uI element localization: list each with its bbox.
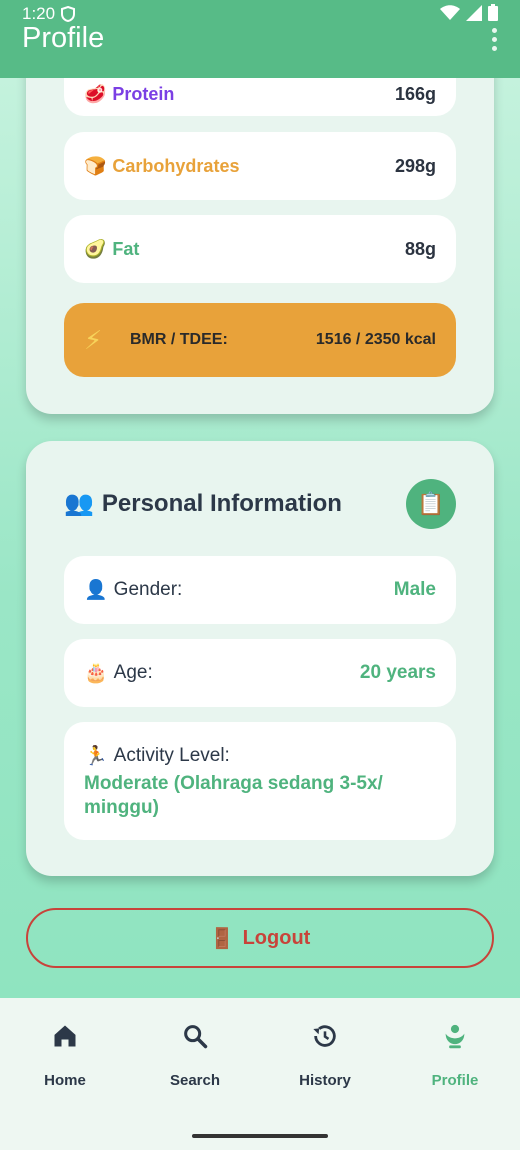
people-icon: 👥 — [64, 490, 94, 517]
logout-label: Logout — [242, 926, 311, 949]
door-icon: 🚪 — [209, 927, 235, 950]
lightning-icon: ⚡ — [84, 324, 103, 355]
bmr-label: BMR / TDEE: — [130, 331, 228, 348]
macro-label-fat: Fat — [112, 238, 140, 259]
macro-value-fat: 88g — [404, 238, 436, 259]
macro-row-carbohydrates: 🍞 Carbohydrates 298g — [64, 132, 456, 200]
age-row: 🎂 Age: 20 years — [64, 639, 456, 707]
activity-level-row: 🏃 Activity Level: Moderate (Olahraga sed… — [64, 722, 456, 840]
status-bar-right — [440, 4, 498, 21]
running-icon: 🏃 — [84, 746, 108, 767]
signal-icon — [466, 4, 482, 21]
macro-row-fat: 🥑 Fat 88g — [64, 215, 456, 283]
macro-row-protein: 🥩 Protein 166g — [64, 78, 456, 116]
shield-icon — [61, 6, 76, 22]
macro-value-protein: 166g — [394, 83, 436, 104]
nav-search[interactable]: Search — [130, 1022, 260, 1089]
app-bar: 1:20 Profile — [0, 0, 520, 78]
macro-label-protein: Protein — [112, 83, 175, 104]
bottom-navigation: Home Search History Profile — [0, 998, 520, 1150]
nav-search-label: Search — [169, 1072, 221, 1089]
gender-value: Male — [393, 579, 436, 600]
bmr-value: 1516 / 2350 kcal — [315, 331, 436, 348]
profile-icon — [445, 1024, 465, 1049]
nav-home-label: Home — [44, 1072, 86, 1089]
status-time: 1:20 — [22, 4, 56, 23]
steak-icon: 🥩 — [84, 83, 107, 104]
activity-label: Activity Level: — [113, 745, 230, 766]
bread-icon: 🍞 — [84, 155, 107, 176]
overflow-menu-icon[interactable] — [490, 28, 498, 51]
wifi-icon — [440, 4, 460, 20]
nutrition-card: 🥩 Protein 166g 🍞 Carbohydrates 298g 🥑 Fa… — [26, 78, 494, 414]
bmr-tdee-banner: ⚡ BMR / TDEE: 1516 / 2350 kcal — [64, 303, 456, 377]
page-title: Profile — [22, 22, 105, 54]
macro-value-carbohydrates: 298g — [394, 155, 436, 176]
person-icon: 👤 — [84, 580, 108, 601]
age-label: Age: — [113, 662, 153, 683]
gender-label: Gender: — [113, 579, 183, 600]
personal-info-title: 👥 Personal Information — [64, 489, 342, 518]
home-icon — [54, 1025, 76, 1047]
personal-info-card: 👥 Personal Information 📋 👤 Gender: Male … — [26, 441, 494, 876]
nav-home[interactable]: Home — [0, 1022, 130, 1089]
nav-history[interactable]: History — [260, 1022, 390, 1089]
profile-scroll-content[interactable]: 🥩 Protein 166g 🍞 Carbohydrates 298g 🥑 Fa… — [0, 78, 520, 998]
age-value: 20 years — [359, 662, 436, 683]
activity-value: Moderate (Olahraga sedang 3-5x/ minggu) — [84, 773, 383, 818]
logout-button[interactable]: 🚪 Logout — [26, 908, 494, 968]
clipboard-icon: 📋 — [417, 491, 445, 516]
battery-icon — [488, 4, 498, 21]
history-icon — [313, 1025, 336, 1047]
nav-history-label: History — [299, 1072, 351, 1089]
nav-profile-label: Profile — [431, 1072, 479, 1089]
clipboard-button[interactable]: 📋 — [406, 479, 456, 529]
macro-label-carbohydrates: Carbohydrates — [112, 155, 240, 176]
nav-profile[interactable]: Profile — [390, 1022, 520, 1089]
gender-row: 👤 Gender: Male — [64, 556, 456, 624]
search-icon — [184, 1025, 208, 1049]
cake-icon: 🎂 — [84, 663, 108, 684]
gesture-home-bar[interactable] — [192, 1134, 328, 1138]
avocado-icon: 🥑 — [84, 238, 107, 259]
status-bar-left: 1:20 — [22, 4, 76, 24]
